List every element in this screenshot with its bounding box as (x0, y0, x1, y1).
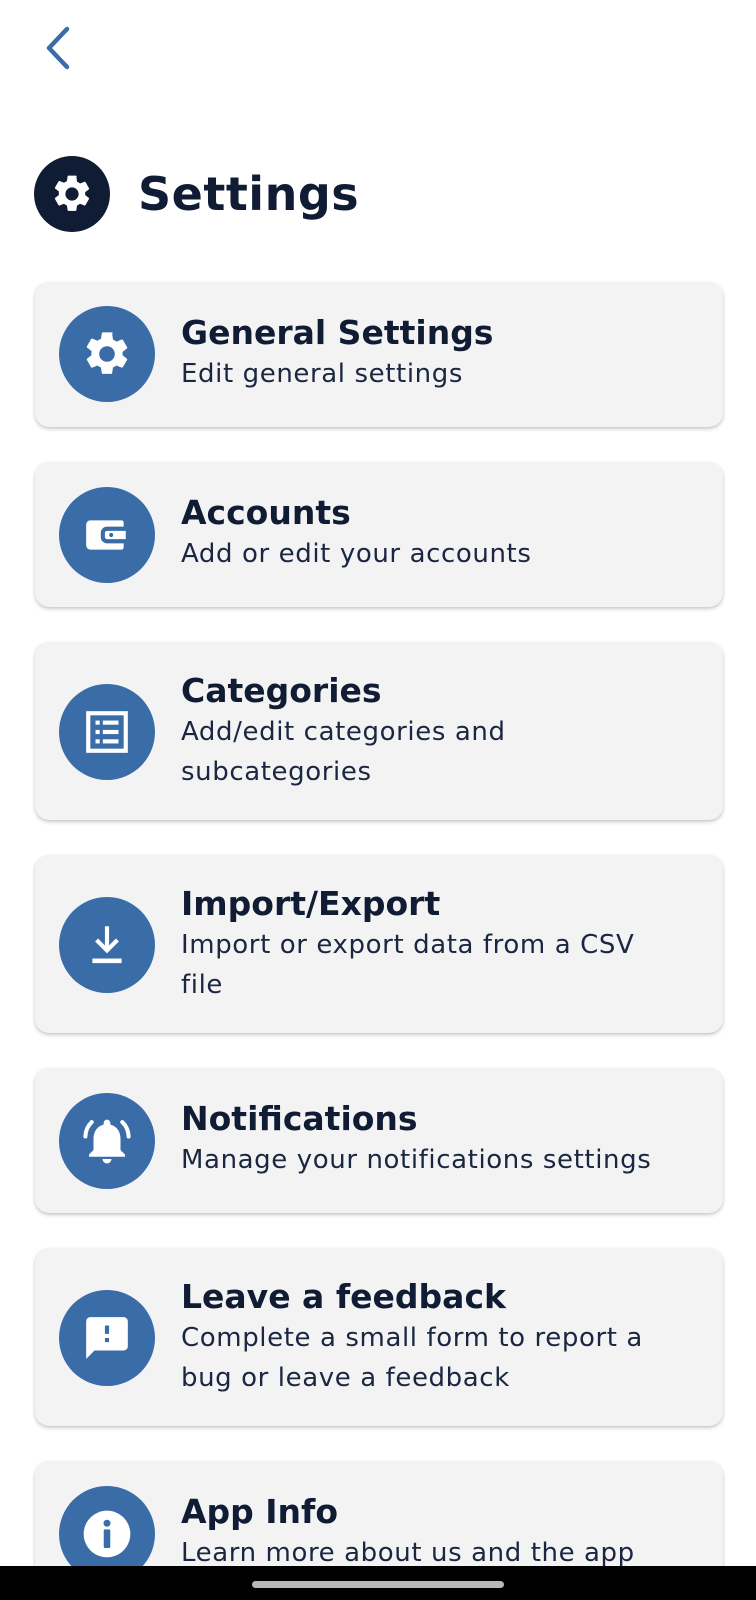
page-header: Settings (34, 156, 359, 232)
settings-item-notifications[interactable]: Notifications Manage your notifications … (35, 1068, 723, 1213)
item-subtitle: Import or export data from a CSV file (181, 930, 635, 1000)
back-button[interactable] (34, 20, 82, 76)
item-subtitle: Manage your notifications settings (181, 1145, 652, 1175)
system-nav-bar (0, 1566, 756, 1600)
item-subtitle: Complete a small form to report a bug or… (181, 1323, 643, 1393)
gear-icon (59, 306, 155, 402)
item-title: Categories (181, 671, 382, 710)
settings-item-general[interactable]: General Settings Edit general settings (35, 282, 723, 427)
list-icon (59, 684, 155, 780)
item-title: General Settings (181, 313, 494, 352)
item-title: Leave a feedback (181, 1277, 506, 1316)
gear-icon (34, 156, 110, 232)
settings-item-accounts[interactable]: Accounts Add or edit your accounts (35, 462, 723, 607)
item-title: Accounts (181, 493, 351, 532)
item-subtitle: Add or edit your accounts (181, 539, 532, 569)
download-icon (59, 897, 155, 993)
page-title: Settings (138, 167, 360, 221)
item-title: Import/Export (181, 884, 441, 923)
home-indicator[interactable] (252, 1581, 504, 1588)
feedback-icon (59, 1290, 155, 1386)
bell-ringing-icon (59, 1093, 155, 1189)
item-subtitle: Edit general settings (181, 359, 463, 389)
settings-item-import-export[interactable]: Import/Export Import or export data from… (35, 855, 723, 1033)
settings-item-categories[interactable]: Categories Add/edit categories and subca… (35, 642, 723, 820)
item-title: App Info (181, 1492, 339, 1531)
item-subtitle: Add/edit categories and subcategories (181, 717, 506, 787)
wallet-icon (59, 487, 155, 583)
chevron-left-icon (46, 26, 70, 70)
settings-item-feedback[interactable]: Leave a feedback Complete a small form t… (35, 1248, 723, 1426)
item-title: Notifications (181, 1099, 418, 1138)
